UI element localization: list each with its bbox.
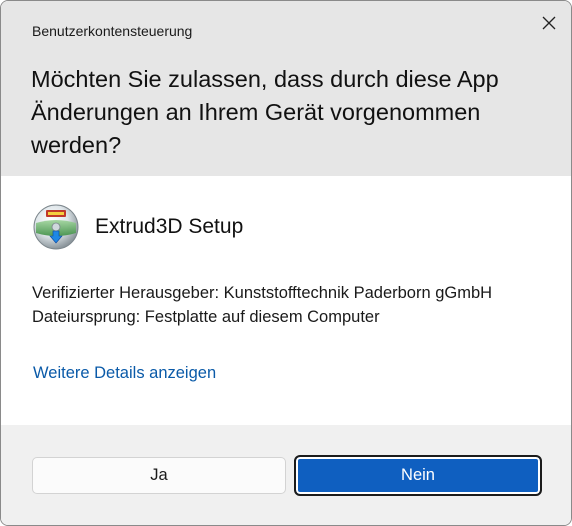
uac-dialog: Benutzerkontensteuerung Möchten Sie zula… (0, 0, 572, 526)
no-button[interactable]: Nein (294, 455, 542, 496)
close-icon (542, 16, 556, 30)
close-button[interactable] (535, 9, 563, 37)
dialog-question: Möchten Sie zulassen, dass durch diese A… (31, 66, 499, 158)
dialog-header: Benutzerkontensteuerung Möchten Sie zula… (1, 1, 571, 176)
app-info-row: Extrud3D Setup (32, 202, 243, 252)
publisher-info: Verifizierter Herausgeber: Kunststofftec… (32, 281, 492, 329)
dialog-caption: Benutzerkontensteuerung (32, 23, 193, 39)
installer-disc-icon (33, 204, 79, 250)
more-details-link[interactable]: Weitere Details anzeigen (33, 364, 216, 383)
app-name: Extrud3D Setup (95, 215, 244, 238)
origin-line: Dateiursprung: Festplatte auf diesem Com… (32, 308, 380, 326)
publisher-line: Verifizierter Herausgeber: Kunststofftec… (32, 284, 493, 302)
yes-button[interactable]: Ja (32, 457, 286, 494)
